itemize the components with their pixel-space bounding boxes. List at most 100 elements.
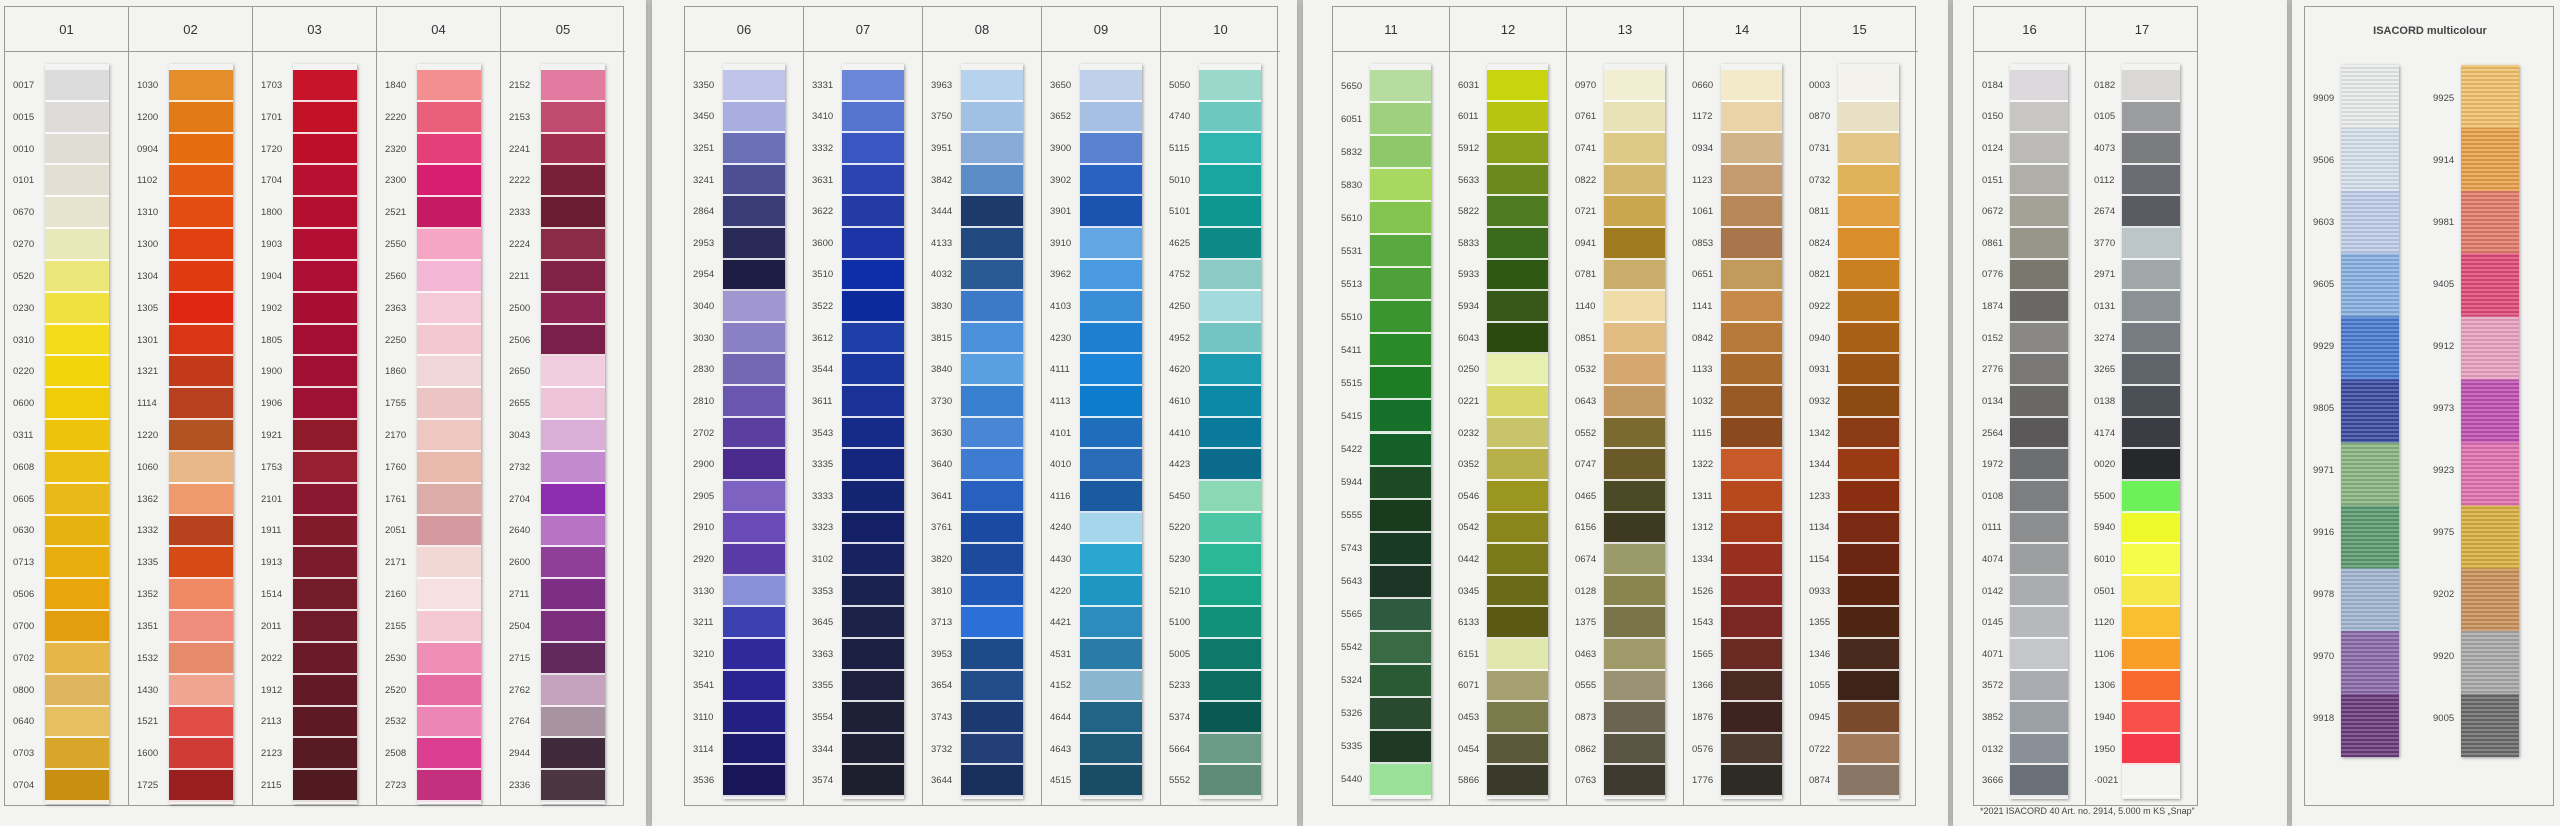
thread-column: 16 0184 0150 0124 0151 0672 0861 0776 1874 0152 27… — [1974, 7, 2086, 805]
color-swatch — [1080, 70, 1142, 102]
thread-code: 0776 — [1982, 269, 2004, 281]
thread-code: 0700 — [13, 620, 35, 632]
thread-code: 2704 — [509, 493, 531, 505]
color-swatch — [842, 638, 904, 671]
thread-strip — [2010, 64, 2068, 799]
thread-code: 1904 — [261, 270, 283, 282]
thread-code: 0781 — [1575, 269, 1597, 281]
thread-code: 5933 — [1458, 269, 1480, 281]
color-swatch — [1604, 259, 1665, 292]
thread-code: 3830 — [931, 301, 953, 313]
color-swatch — [961, 322, 1023, 355]
thread-code: 5374 — [1169, 711, 1191, 723]
thread-code: 2171 — [385, 557, 407, 569]
thread-code: 0861 — [1982, 237, 2004, 249]
thread-code: ·0021 — [2094, 775, 2119, 787]
color-swatch — [723, 638, 785, 671]
color-swatch — [2010, 607, 2068, 639]
thread-code: 5643 — [1341, 576, 1363, 588]
thread-code: 2224 — [509, 239, 531, 251]
color-swatch — [961, 765, 1023, 797]
thread-code: 0941 — [1575, 237, 1597, 249]
thread-code: 3410 — [812, 111, 834, 123]
thread-code: 3355 — [812, 680, 834, 692]
thread-strip — [45, 64, 109, 804]
color-swatch — [169, 292, 233, 325]
multicolour-code: 9973 — [2433, 403, 2455, 414]
color-swatch — [541, 770, 605, 802]
color-swatch — [2010, 354, 2068, 387]
swatch-area: 0660 1172 0934 1123 1061 0853 0651 1141 0842 1133… — [1684, 52, 1800, 805]
thread-code: 3333 — [812, 490, 834, 502]
thread-code: 2910 — [693, 522, 715, 534]
thread-strip — [1080, 64, 1142, 799]
thread-code: 0800 — [13, 684, 35, 696]
thread-code: 1753 — [261, 461, 283, 473]
multicolour-code: 9929 — [2313, 341, 2335, 352]
color-swatch — [1080, 386, 1142, 418]
thread-code: 4133 — [931, 237, 953, 249]
multicolour-code: 9970 — [2313, 651, 2335, 662]
thread-code: 3331 — [812, 79, 834, 91]
thread-code: 4531 — [1050, 648, 1072, 660]
thread-code: 0017 — [13, 79, 35, 91]
thread-column: 09 3650 3652 3900 3902 3901 3910 3962 4103 4230 41… — [1042, 7, 1161, 805]
color-swatch — [842, 196, 904, 229]
thread-code: 0453 — [1458, 711, 1480, 723]
color-swatch — [1370, 664, 1431, 698]
thread-strip — [1370, 64, 1431, 799]
color-swatch — [169, 70, 233, 102]
thread-code: 0111 — [1982, 522, 2002, 534]
thread-code: 5940 — [2094, 522, 2116, 534]
thread-code: 3901 — [1050, 206, 1072, 218]
thread-code: 5650 — [1341, 80, 1363, 92]
thread-code: 3251 — [693, 143, 715, 155]
thread-code: 3622 — [812, 206, 834, 218]
thread-code: 4410 — [1169, 427, 1191, 439]
thread-code: 2155 — [385, 620, 407, 632]
color-swatch — [45, 324, 109, 357]
color-swatch — [541, 292, 605, 325]
color-swatch — [842, 101, 904, 134]
color-swatch — [1838, 70, 1899, 102]
thread-code: 4752 — [1169, 269, 1191, 281]
thread-code: 1233 — [1809, 490, 1831, 502]
color-swatch — [723, 449, 785, 481]
thread-code: 3554 — [812, 711, 834, 723]
thread-code: 3900 — [1050, 143, 1072, 155]
thread-strip — [417, 64, 481, 804]
color-swatch — [1604, 480, 1665, 513]
color-swatch — [1199, 133, 1261, 165]
color-swatch — [2010, 544, 2068, 576]
thread-code: 1913 — [261, 557, 283, 569]
thread-code: 5411 — [1341, 344, 1362, 356]
thread-code: 0010 — [13, 143, 35, 155]
thread-code: 1154 — [1809, 553, 1830, 565]
color-swatch — [2122, 196, 2180, 229]
thread-code: 3815 — [931, 332, 953, 344]
color-swatch — [2010, 765, 2068, 797]
swatch-area: 3331 3410 3332 3631 3622 3600 3510 3522 3612 3544… — [804, 52, 922, 805]
color-swatch — [1604, 702, 1665, 734]
color-swatch — [1199, 512, 1261, 545]
color-swatch — [1721, 480, 1782, 513]
color-swatch — [723, 228, 785, 260]
thread-code: 2711 — [509, 589, 530, 601]
thread-column: 12 6031 6011 5912 5633 5822 5833 5933 5934 6043 02… — [1450, 7, 1567, 805]
thread-code: 0555 — [1575, 680, 1597, 692]
thread-code: 1120 — [2094, 617, 2115, 629]
color-swatch — [2010, 322, 2068, 355]
color-swatch — [45, 420, 109, 452]
color-swatch — [961, 702, 1023, 734]
color-swatch — [1487, 133, 1548, 165]
thread-code: 5515 — [1341, 377, 1363, 389]
color-swatch — [417, 642, 481, 675]
color-swatch — [2010, 196, 2068, 229]
color-swatch — [417, 738, 481, 771]
thread-code: 2222 — [509, 175, 531, 187]
color-swatch — [541, 738, 605, 771]
color-swatch — [169, 356, 233, 389]
color-swatch — [723, 259, 785, 292]
thread-code: 2864 — [693, 206, 715, 218]
color-swatch — [293, 674, 357, 707]
